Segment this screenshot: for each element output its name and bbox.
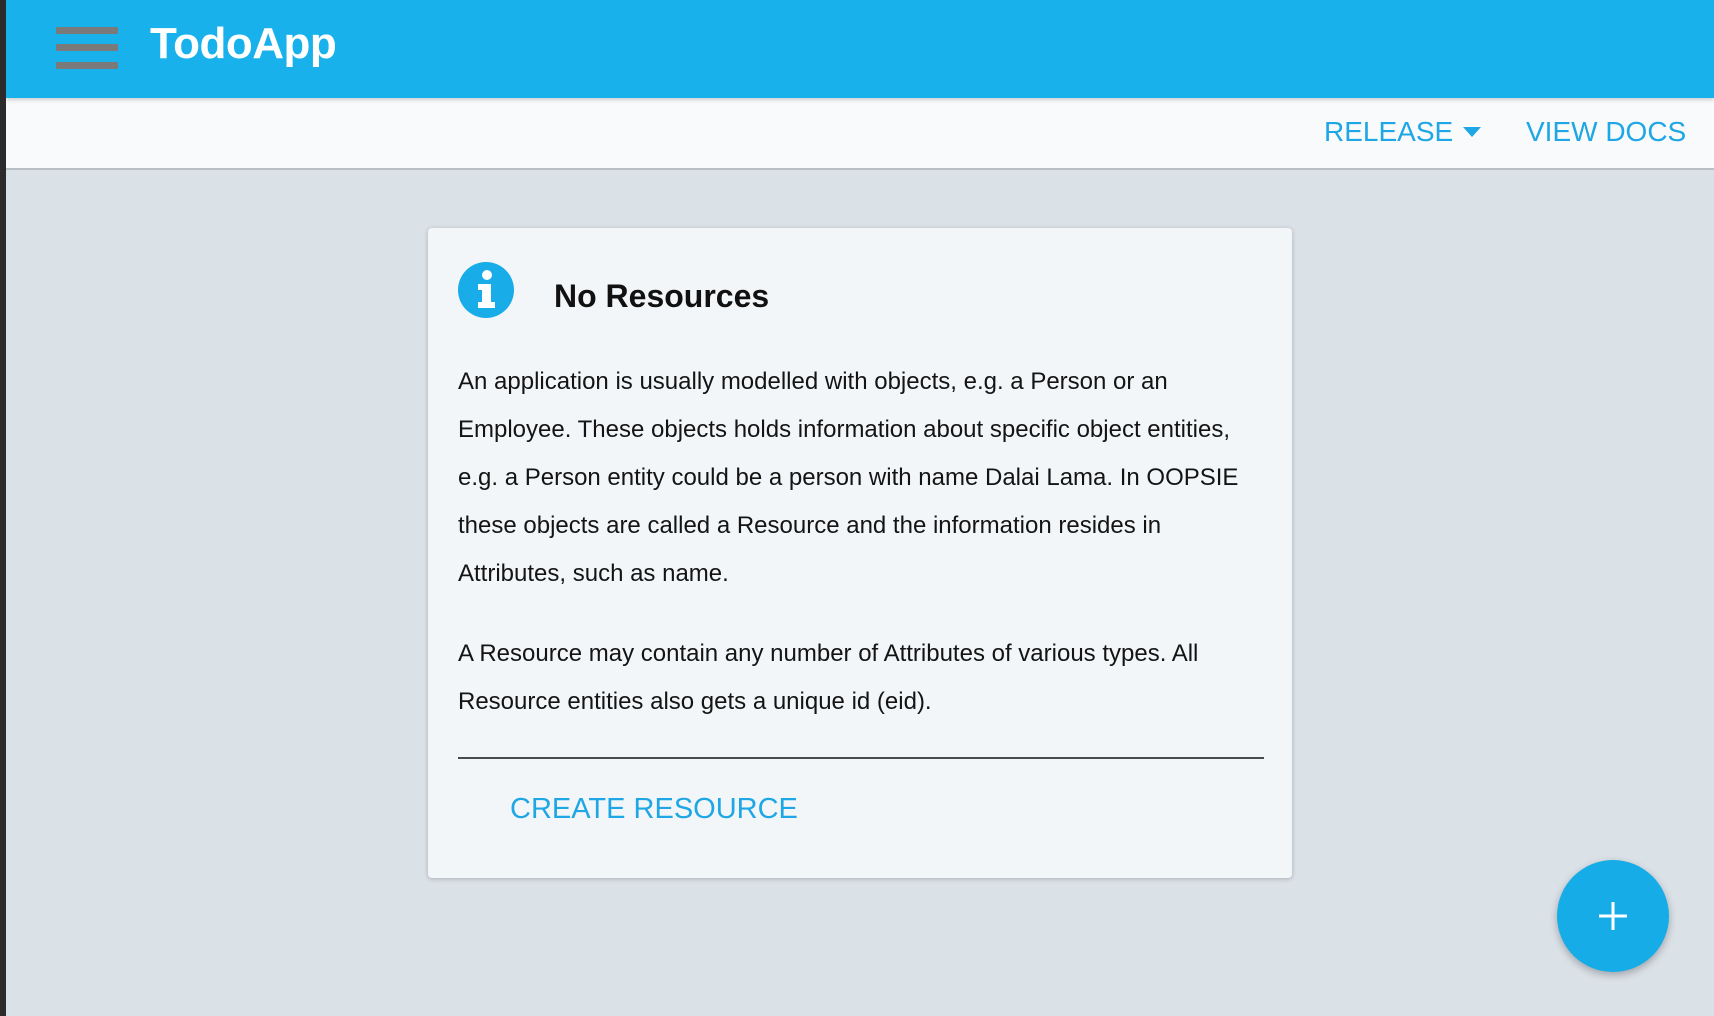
app-window: TodoApp RELEASE VIEW DOCS No Resources A…: [6, 0, 1714, 1016]
menu-line: [56, 27, 118, 34]
app-title: TodoApp: [150, 19, 337, 68]
hamburger-menu-icon[interactable]: [54, 24, 120, 72]
view-docs-button[interactable]: VIEW DOCS: [1526, 114, 1686, 150]
toolbar: RELEASE VIEW DOCS: [6, 98, 1714, 170]
caret-down-icon: [1463, 126, 1482, 137]
card-title: No Resources: [554, 278, 770, 314]
release-menu-button[interactable]: RELEASE: [1324, 114, 1482, 150]
info-icon: [458, 262, 514, 318]
add-fab-button[interactable]: [1557, 860, 1669, 972]
menu-line: [56, 44, 118, 51]
release-label: RELEASE: [1324, 116, 1454, 147]
app-bar: TodoApp: [6, 0, 1714, 98]
card-divider: [458, 757, 1264, 759]
create-resource-button[interactable]: CREATE RESOURCE: [510, 790, 798, 828]
menu-line: [56, 62, 118, 69]
empty-state-card: No Resources An application is usually m…: [428, 228, 1292, 878]
plus-icon: [1599, 902, 1627, 930]
card-description: An application is usually modelled with …: [458, 368, 1239, 587]
card-description-secondary: A Resource may contain any number of Att…: [458, 640, 1199, 715]
